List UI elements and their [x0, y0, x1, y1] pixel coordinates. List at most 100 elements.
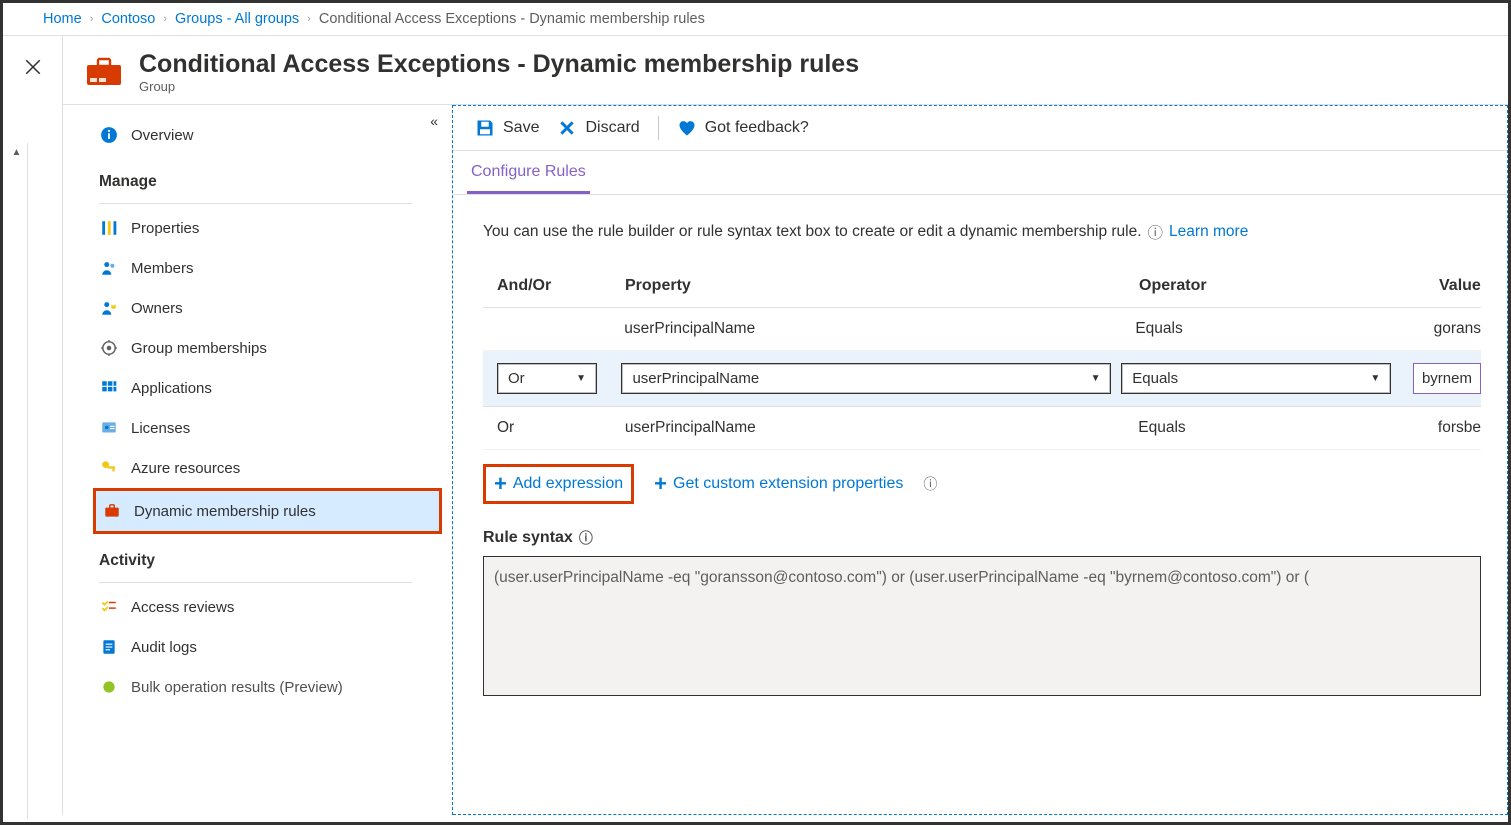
sidebar-item-overview[interactable]: Overview — [93, 115, 442, 155]
breadcrumb: Home › Contoso › Groups - All groups › C… — [3, 3, 1508, 36]
divider — [99, 582, 412, 583]
sidebar-item-licenses[interactable]: Licenses — [93, 408, 442, 448]
divider — [99, 203, 412, 204]
x-icon — [557, 118, 577, 138]
get-custom-properties-button[interactable]: + Get custom extension properties — [646, 467, 911, 501]
scroll-up-icon[interactable]: ▲ — [6, 143, 27, 162]
save-button[interactable]: Save — [475, 118, 539, 138]
briefcase-icon — [102, 501, 122, 521]
property-select[interactable]: userPrincipalName▼ — [621, 363, 1111, 394]
collapse-sidebar-icon[interactable]: « — [430, 113, 438, 129]
value-input[interactable]: byrnem — [1413, 363, 1481, 394]
info-icon — [99, 125, 119, 145]
gear-icon — [99, 338, 119, 358]
learn-more-link[interactable]: Learn more — [1169, 223, 1248, 241]
separator — [658, 116, 659, 140]
bulk-icon — [99, 677, 119, 697]
operator-select[interactable]: Equals▼ — [1121, 363, 1391, 394]
sidebar-nav: « Overview Manage Properties Members — [63, 105, 453, 815]
save-icon — [475, 118, 495, 138]
sidebar-item-audit-logs[interactable]: Audit logs — [93, 627, 442, 667]
feedback-button[interactable]: Got feedback? — [677, 118, 809, 138]
group-briefcase-icon — [83, 55, 125, 89]
sidebar-item-label: Overview — [131, 127, 194, 144]
plus-icon: + — [494, 477, 507, 491]
owners-icon — [99, 298, 119, 318]
close-icon[interactable] — [24, 58, 42, 79]
button-label: Discard — [585, 119, 639, 137]
cell-property: userPrincipalName — [625, 419, 1138, 437]
cell-operator: Equals — [1138, 419, 1438, 437]
add-expression-button[interactable]: + Add expression — [483, 464, 634, 504]
info-icon[interactable]: ⓘ — [579, 528, 593, 548]
checklist-icon — [99, 597, 119, 617]
chevron-right-icon: › — [90, 13, 94, 25]
cell-andor: Or — [497, 419, 625, 437]
sidebar-item-bulk-operations[interactable]: Bulk operation results (Preview) — [93, 667, 442, 707]
cell-value: forsbe — [1438, 419, 1481, 437]
sidebar-item-applications[interactable]: Applications — [93, 368, 442, 408]
breadcrumb-contoso[interactable]: Contoso — [101, 11, 155, 27]
tab-configure-rules[interactable]: Configure Rules — [467, 151, 590, 194]
sidebar-item-label: Audit logs — [131, 639, 197, 656]
key-icon — [99, 458, 119, 478]
sidebar-item-label: Group memberships — [131, 340, 267, 357]
page-header: Conditional Access Exceptions - Dynamic … — [63, 36, 1508, 105]
chevron-down-icon: ▼ — [1370, 373, 1380, 384]
cell-operator: Equals — [1135, 320, 1433, 338]
cell-value: gorans — [1434, 320, 1481, 338]
rule-syntax-textbox[interactable]: (user.userPrincipalName -eq "goransson@c… — [483, 556, 1481, 696]
sidebar-item-label: Dynamic membership rules — [134, 503, 316, 520]
breadcrumb-groups[interactable]: Groups - All groups — [175, 11, 299, 27]
sidebar-item-access-reviews[interactable]: Access reviews — [93, 587, 442, 627]
sidebar-item-members[interactable]: Members — [93, 248, 442, 288]
sidebar-item-properties[interactable]: Properties — [93, 208, 442, 248]
col-header-operator: Operator — [1139, 277, 1439, 295]
rule-row[interactable]: userPrincipalName Equals gorans — [483, 308, 1481, 351]
cell-property: userPrincipalName — [624, 320, 1135, 338]
col-header-value: Value — [1439, 277, 1481, 295]
sidebar-item-dynamic-rules[interactable]: Dynamic membership rules — [93, 488, 442, 534]
chevron-down-icon: ▼ — [576, 373, 586, 384]
breadcrumb-home[interactable]: Home — [43, 11, 82, 27]
page-title: Conditional Access Exceptions - Dynamic … — [139, 50, 859, 79]
sidebar-section-activity: Activity — [93, 534, 442, 578]
button-label: Got feedback? — [705, 119, 809, 137]
rule-builder-table: And/Or Property Operator Value userPrinc… — [483, 277, 1481, 450]
members-icon — [99, 258, 119, 278]
scrollbar[interactable]: ▲ — [6, 143, 28, 819]
sidebar-item-label: Applications — [131, 380, 212, 397]
sidebar-item-label: Properties — [131, 220, 199, 237]
rule-row-active[interactable]: Or▼ userPrincipalName▼ — [483, 351, 1481, 407]
button-label: Save — [503, 119, 539, 137]
sidebar-item-azure-resources[interactable]: Azure resources — [93, 448, 442, 488]
sidebar-item-label: Members — [131, 260, 194, 277]
sidebar-item-label: Bulk operation results (Preview) — [131, 679, 343, 696]
logs-icon — [99, 637, 119, 657]
heart-icon — [677, 118, 697, 138]
chevron-down-icon: ▼ — [1091, 373, 1101, 384]
info-icon[interactable]: ⓘ — [923, 474, 937, 494]
sidebar-section-manage: Manage — [93, 155, 442, 199]
discard-button[interactable]: Discard — [557, 118, 639, 138]
sidebar-item-label: Licenses — [131, 420, 190, 437]
rule-syntax-label: Rule syntax ⓘ — [483, 528, 1481, 548]
andor-select[interactable]: Or▼ — [497, 363, 597, 394]
breadcrumb-current: Conditional Access Exceptions - Dynamic … — [319, 11, 705, 27]
info-icon[interactable]: ⓘ — [1148, 221, 1164, 243]
sliders-icon — [99, 218, 119, 238]
rule-row[interactable]: Or userPrincipalName Equals forsbe — [483, 407, 1481, 450]
tabs: Configure Rules — [453, 151, 1507, 195]
sidebar-item-label: Owners — [131, 300, 183, 317]
sidebar-item-owners[interactable]: Owners — [93, 288, 442, 328]
chevron-right-icon: › — [307, 13, 311, 25]
plus-icon: + — [654, 477, 667, 491]
col-header-property: Property — [625, 277, 1139, 295]
license-icon — [99, 418, 119, 438]
col-header-andor: And/Or — [497, 277, 625, 295]
sidebar-item-group-memberships[interactable]: Group memberships — [93, 328, 442, 368]
sidebar-item-label: Access reviews — [131, 599, 234, 616]
intro-text: You can use the rule builder or rule syn… — [483, 221, 1481, 243]
apps-icon — [99, 378, 119, 398]
chevron-right-icon: › — [163, 13, 167, 25]
